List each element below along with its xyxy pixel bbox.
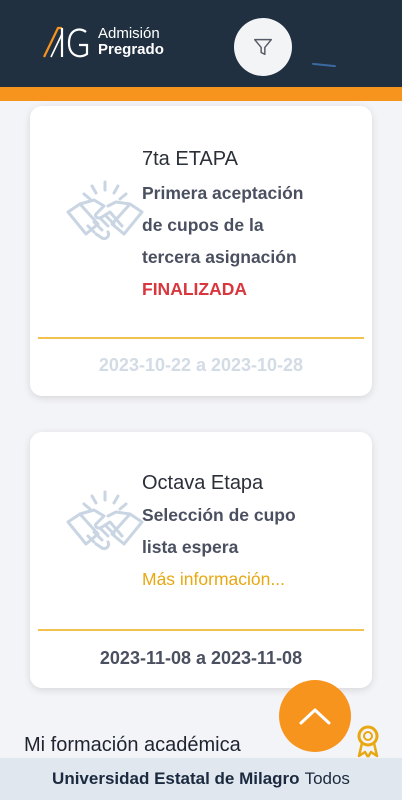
stage-dates: 2023-10-22 a 2023-10-28 (98, 355, 304, 375)
stage-card-7[interactable]: 7ta ETAPA Primera aceptación de cupos de… (30, 106, 372, 396)
stage-description: Selección de cupo lista espera Más infor… (142, 499, 362, 595)
stage-description: Primera aceptación de cupos de la tercer… (142, 177, 362, 305)
description-line: de cupos de la (142, 215, 264, 235)
description-line: Selección de cupo (142, 505, 296, 525)
footer-university: Universidad Estatal de Milagro (52, 769, 300, 788)
stage-title: Octava Etapa (142, 472, 264, 494)
logo-line-1: Admisión (98, 25, 160, 42)
stage-card-8[interactable]: Octava Etapa Selección de cupo lista esp… (30, 432, 372, 688)
logo-mark-icon (43, 26, 89, 58)
section-title: Mi formación académica (24, 734, 241, 756)
header-accent-bar (0, 87, 402, 101)
status-badge: FINALIZADA (142, 279, 247, 299)
description-line: Primera aceptación (142, 183, 304, 203)
app-header: Admisión Pregrado (0, 0, 402, 87)
filter-button[interactable] (234, 18, 292, 76)
header-decoration (311, 62, 337, 68)
description-line: tercera asignación (142, 247, 297, 267)
filter-icon (254, 38, 272, 56)
admision-logo[interactable]: Admisión Pregrado (42, 24, 164, 60)
handshake-icon (66, 490, 144, 550)
stage-title: 7ta ETAPA (142, 148, 238, 170)
handshake-icon (66, 180, 144, 240)
footer-bar: Universidad Estatal de Milagro Todos (0, 758, 402, 800)
logo-line-2: Pregrado (98, 41, 164, 58)
description-line: lista espera (142, 537, 239, 557)
card-divider (38, 337, 364, 339)
award-icon[interactable] (354, 724, 382, 758)
more-info-link[interactable]: Más información... (142, 563, 362, 595)
footer-suffix: Todos (304, 769, 350, 788)
chevron-up-icon (299, 708, 331, 725)
stage-dates: 2023-11-08 a 2023-11-08 (99, 648, 303, 668)
scroll-top-button[interactable] (279, 680, 351, 752)
card-divider (38, 629, 364, 631)
